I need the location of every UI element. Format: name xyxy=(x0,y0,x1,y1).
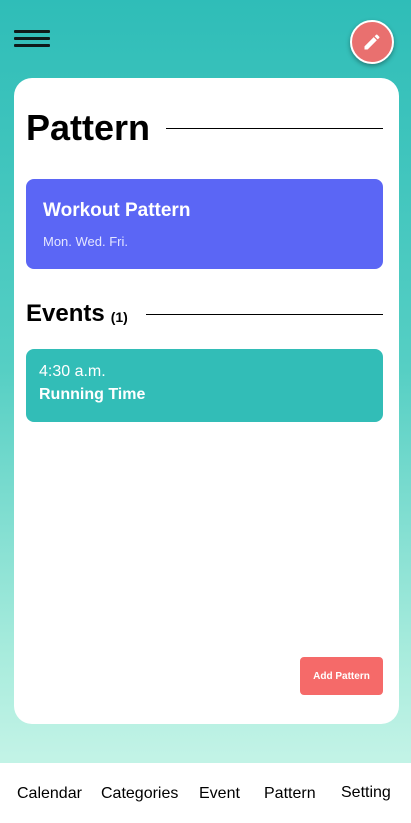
nav-item-setting[interactable]: Setting xyxy=(341,784,391,802)
title-divider xyxy=(166,127,383,129)
pattern-summary-card[interactable]: Workout Pattern Mon. Wed. Fri. xyxy=(26,179,383,269)
bottom-navigation: Calendar Categories Event Pattern Settin… xyxy=(0,763,411,823)
top-bar xyxy=(0,0,411,78)
nav-item-categories[interactable]: Categories xyxy=(101,785,178,803)
pencil-icon xyxy=(364,34,380,50)
events-header: Events (1) xyxy=(26,298,383,330)
events-divider xyxy=(145,313,383,315)
event-title: Running Time xyxy=(39,386,146,403)
nav-item-event[interactable]: Event xyxy=(199,785,240,803)
pattern-name: Workout Pattern xyxy=(43,200,191,221)
edit-button[interactable] xyxy=(350,20,394,64)
add-pattern-button[interactable]: Add Pattern xyxy=(300,657,383,695)
page-title: Pattern xyxy=(26,107,151,148)
event-time: 4:30 a.m. xyxy=(39,363,106,380)
events-count: (1) xyxy=(110,308,128,325)
menu-bar-line xyxy=(14,30,50,33)
pattern-days: Mon. Wed. Fri. xyxy=(43,234,129,249)
menu-bar-line xyxy=(14,37,50,40)
event-item[interactable]: 4:30 a.m. Running Time xyxy=(26,349,383,422)
hamburger-menu-icon[interactable] xyxy=(14,30,50,50)
events-heading: Events xyxy=(26,300,105,327)
menu-bar-line xyxy=(14,44,50,47)
nav-item-calendar[interactable]: Calendar xyxy=(17,785,82,803)
title-row: Pattern xyxy=(26,108,383,148)
pattern-detail-card: Pattern Workout Pattern Mon. Wed. Fri. E… xyxy=(14,78,399,724)
nav-item-pattern[interactable]: Pattern xyxy=(264,785,316,803)
